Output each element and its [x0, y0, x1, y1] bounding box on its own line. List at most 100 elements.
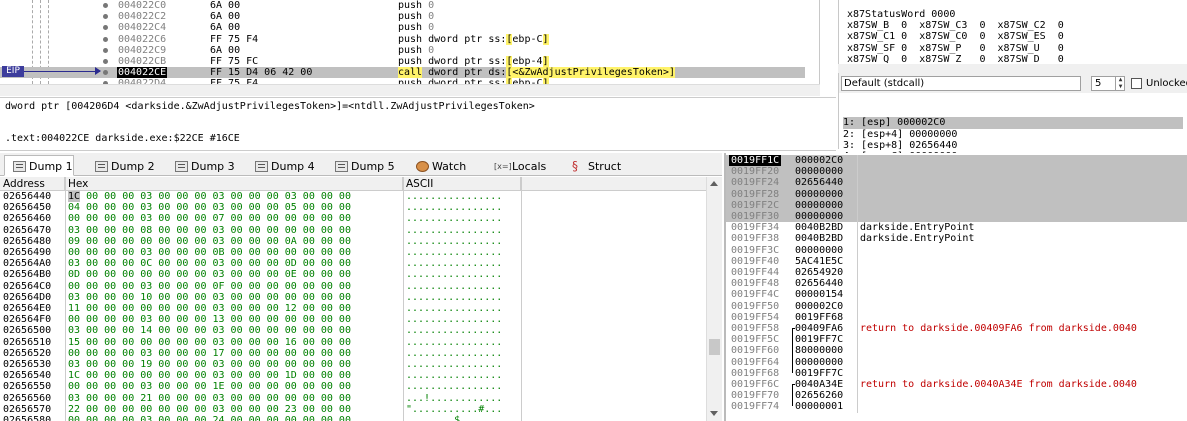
- stack-value: 00000001: [795, 401, 844, 413]
- spinner-arrows-icon[interactable]: ▲ ▼: [1115, 76, 1125, 91]
- disasm-row[interactable]: 004022C2 6A 00 push 0: [0, 11, 805, 22]
- stack-value: 00000000: [795, 356, 844, 368]
- disassembly-hscrollbar[interactable]: [0, 84, 820, 96]
- breakpoint-dot-icon[interactable]: [103, 25, 108, 31]
- dump-row[interactable]: 026564C0 00 00 00 00 03 00 00 00 0F 00 00…: [0, 281, 706, 292]
- stack-row[interactable]: 0019FF58 00409FA6 return to darkside.00409…: [726, 323, 1187, 335]
- scroll-down-icon[interactable]: [710, 411, 718, 416]
- argument-row[interactable]: 1: [esp] 000002C0: [843, 117, 1183, 129]
- dump-icon: [255, 161, 268, 172]
- dump-hex: 1C 00 00 00 03 00 00 00 03 00 00 00 03 0…: [68, 191, 351, 202]
- arguments-list: 1: [esp] 000002C0 2: [esp+4] 00000000 3: […: [838, 93, 1187, 173]
- disasm-row[interactable]: 004022CE FF 15 D4 06 42 00 call dword ptr …: [0, 67, 805, 79]
- stack-row[interactable]: 0019FF4C 00000154: [726, 289, 1187, 301]
- tab-dump-5[interactable]: Dump 5: [326, 155, 396, 176]
- stack-address: 0019FF40: [731, 255, 780, 267]
- calling-convention-select[interactable]: Default (stdcall): [841, 76, 1081, 91]
- dump-row[interactable]: 02656460 00 00 00 00 03 00 00 00 07 00 00…: [0, 213, 706, 224]
- dump-row[interactable]: 02656480 09 00 00 00 00 00 00 00 03 00 00…: [0, 236, 706, 247]
- disasm-row[interactable]: 004022C9 6A 00 push 0: [0, 45, 805, 56]
- unlocked-checkbox[interactable]: [1131, 78, 1142, 89]
- scroll-up-icon[interactable]: [710, 181, 718, 186]
- dump-row[interactable]: 02656450 04 00 00 00 03 00 00 00 03 00 00…: [0, 202, 706, 213]
- dump-row[interactable]: 02656440 1C 00 00 00 03 00 00 00 03 00 00…: [0, 191, 706, 202]
- disasm-row[interactable]: 004022C6 FF 75 F4 push dword ptr ss:[ebp-C…: [0, 33, 805, 45]
- dump-row[interactable]: 026564B0 0D 00 00 00 00 00 00 00 03 00 00…: [0, 269, 706, 280]
- disasm-row[interactable]: 004022CB FF 75 FC push dword ptr ss:[ebp-4…: [0, 56, 805, 67]
- selected-byte[interactable]: 1C: [68, 191, 81, 202]
- stack-row[interactable]: 0019FF40 5AC41E5C: [726, 255, 1187, 267]
- disasm-row[interactable]: 004022C4 6A 00 push 0: [0, 22, 805, 33]
- breakpoint-dot-icon[interactable]: [103, 59, 108, 64]
- column-header-hex[interactable]: Hex: [65, 177, 403, 191]
- disasm-row[interactable]: 004022C0 6A 00 push 0: [0, 0, 805, 11]
- dump-row[interactable]: 02656510 15 00 00 00 00 00 00 00 03 00 00…: [0, 337, 706, 348]
- tab-dump-3[interactable]: Dump 3: [166, 155, 236, 176]
- stack-row[interactable]: 0019FF24 02656440: [726, 177, 1187, 189]
- stack-row[interactable]: 0019FF30 00000000: [726, 211, 1187, 223]
- tab-dump-4[interactable]: Dump 4: [246, 155, 316, 176]
- column-divider: [857, 155, 858, 167]
- stack-row[interactable]: 0019FF6C 0040A34E return to darkside.0040A…: [726, 379, 1187, 391]
- argument-row[interactable]: 2: [esp+4] 00000000: [843, 129, 1183, 140]
- dump-row[interactable]: 02656490 00 00 00 00 03 00 00 00 0B 00 00…: [0, 247, 706, 258]
- dump-row[interactable]: 02656540 1C 00 00 00 00 00 00 00 03 00 00…: [0, 370, 706, 381]
- dump-ascii: ................: [406, 269, 503, 281]
- dump-row[interactable]: 02656570 22 00 00 00 00 00 00 00 03 00 00…: [0, 404, 706, 415]
- scroll-thumb[interactable]: [709, 339, 720, 355]
- dump-row[interactable]: 026564D0 03 00 00 00 10 00 00 00 03 00 00…: [0, 292, 706, 303]
- dump-row[interactable]: 026564A0 03 00 00 00 0C 00 00 00 03 00 00…: [0, 258, 706, 269]
- fpu-hscrollbar[interactable]: [838, 64, 1187, 73]
- stack-view[interactable]: 0019FF1C 000002C0 0019FF20 00000000 0019FF24…: [724, 153, 1187, 421]
- breakpoint-dot-icon[interactable]: [103, 3, 108, 8]
- stack-row[interactable]: 0019FF44 02654920: [726, 267, 1187, 279]
- breakpoint-dot-icon[interactable]: [103, 14, 108, 20]
- disasm-address: 004022C0: [118, 0, 167, 11]
- column-divider: [857, 311, 858, 323]
- dump-row[interactable]: 02656530 03 00 00 00 19 00 00 00 03 00 00…: [0, 359, 706, 370]
- tab-dump-1[interactable]: Dump 1: [4, 155, 74, 176]
- disassembly-view[interactable]: 004022C0 6A 00 push 0 004022C2 6A 00 push 0 00…: [0, 0, 820, 84]
- stack-row[interactable]: 0019FF38 0040B2BD darkside.EntryPoint: [726, 233, 1187, 245]
- column-header-ascii[interactable]: ASCII: [403, 177, 521, 191]
- stack-row[interactable]: 0019FF64 00000000: [726, 356, 1187, 368]
- breakpoint-dot-icon[interactable]: [103, 70, 108, 76]
- dump-row[interactable]: 02656550 00 00 00 00 03 00 00 00 1E 00 00…: [0, 381, 706, 392]
- instruction-token: push: [398, 22, 429, 34]
- stack-row[interactable]: 0019FF74 00000001: [726, 401, 1187, 413]
- dump-row[interactable]: 026564F0 00 00 00 00 03 00 00 00 13 00 00…: [0, 314, 706, 325]
- dump-row[interactable]: 02656560 03 00 00 00 21 00 00 00 03 00 00…: [0, 393, 706, 404]
- stack-row[interactable]: 0019FF3C 00000000: [726, 244, 1187, 256]
- stack-row[interactable]: 0019FF50 000002C0: [726, 300, 1187, 312]
- stack-row[interactable]: 0019FF34 0040B2BD darkside.EntryPoint: [726, 222, 1187, 234]
- dump-view[interactable]: 02656440 1C 00 00 00 03 00 00 00 03 00 00…: [0, 191, 706, 421]
- tab-dump-2[interactable]: Dump 2: [86, 155, 156, 176]
- stack-row[interactable]: 0019FF48 02656440: [726, 278, 1187, 290]
- argument-row[interactable]: 3: [esp+8] 02656440: [843, 140, 1183, 151]
- dump-row[interactable]: 02656520 00 00 00 00 03 00 00 00 17 00 00…: [0, 348, 706, 359]
- breakpoint-dot-icon[interactable]: [103, 36, 108, 42]
- dump-row[interactable]: 02656500 03 00 00 00 14 00 00 00 03 00 00…: [0, 325, 706, 336]
- stack-row[interactable]: 0019FF54 0019FF68: [726, 311, 1187, 323]
- breakpoint-dot-icon[interactable]: [103, 47, 108, 53]
- column-header-address[interactable]: Address: [0, 177, 65, 191]
- tab-struct[interactable]: § Struct: [563, 155, 629, 176]
- stack-row[interactable]: 0019FF20 00000000: [726, 166, 1187, 178]
- tab-locals[interactable]: [x=] Locals: [487, 155, 557, 176]
- dump-row[interactable]: 026564E0 11 00 00 00 00 00 00 00 03 00 00…: [0, 303, 706, 314]
- stack-row[interactable]: 0019FF70 02656260: [726, 390, 1187, 402]
- stack-value: 000002C0: [795, 155, 844, 166]
- dump-icon: [335, 161, 348, 172]
- dump-vscrollbar[interactable]: [706, 177, 722, 421]
- stack-row[interactable]: 0019FF68 0019FF7C: [726, 367, 1187, 379]
- stack-row[interactable]: 0019FF60 80000000: [726, 345, 1187, 357]
- stack-row[interactable]: 0019FF2C 00000000: [726, 199, 1187, 211]
- dump-row[interactable]: 02656580 00 00 00 00 03 00 00 00 24 00 00…: [0, 415, 706, 421]
- column-divider: [857, 379, 858, 391]
- tab-watch-1[interactable]: Watch 1: [407, 155, 477, 194]
- dump-row[interactable]: 02656470 03 00 00 00 08 00 00 00 03 00 00…: [0, 225, 706, 236]
- tab-label: Dump 5: [351, 160, 395, 173]
- stack-row[interactable]: 0019FF28 00000000: [726, 188, 1187, 200]
- stack-row[interactable]: 0019FF5C 0019FF7C: [726, 334, 1187, 346]
- stack-row[interactable]: 0019FF1C 000002C0: [726, 155, 1187, 167]
